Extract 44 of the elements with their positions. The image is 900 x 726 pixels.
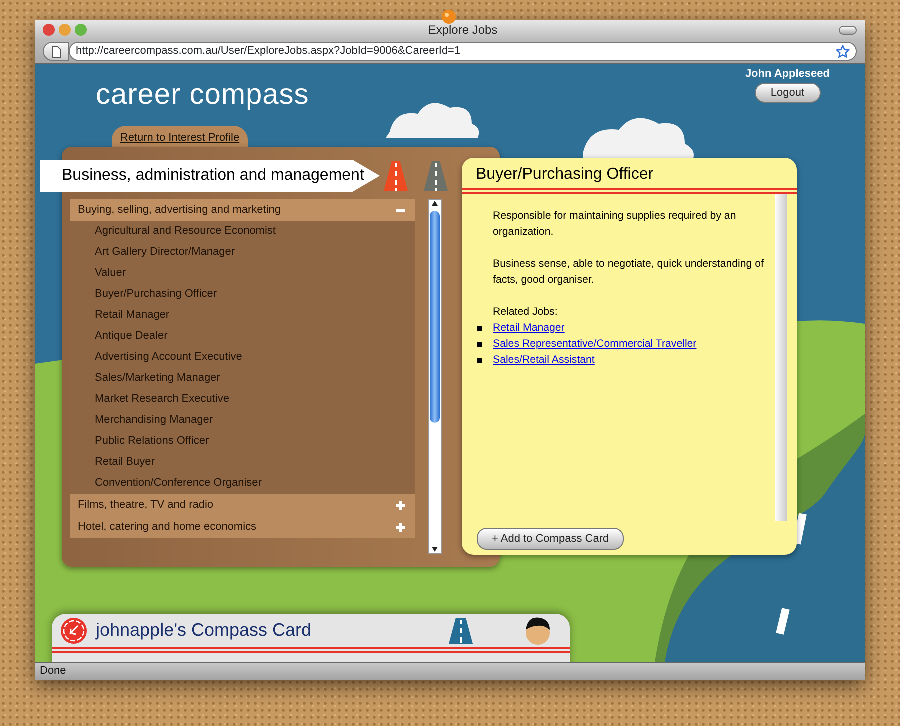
job-title: Buyer/Purchasing Officer [475, 165, 655, 185]
category-group[interactable]: Films, theatre, TV and radio [70, 494, 415, 516]
scrollbar[interactable] [775, 194, 787, 521]
expand-icon[interactable] [396, 500, 405, 510]
close-button[interactable] [43, 24, 55, 36]
related-heading: Related Jobs: [493, 305, 559, 320]
job-description: Responsible for maintaining supplies required by an organization. [493, 209, 738, 240]
category-group[interactable]: Buying, selling, advertising and marketing [70, 199, 415, 221]
road-icon[interactable] [384, 161, 408, 191]
road-icon[interactable] [424, 161, 448, 191]
road-icon [448, 618, 474, 644]
bullet-icon [477, 358, 482, 362]
window-title: Explore Jobs [427, 22, 499, 39]
related-job-link[interactable]: Sales Representative/Commercial Traveller [493, 336, 697, 352]
job-item[interactable]: Antique Dealer [95, 328, 168, 345]
job-item[interactable]: Valuer [95, 265, 126, 282]
logout-button[interactable]: Logout [754, 82, 821, 103]
pushpin-icon [440, 9, 458, 27]
back-link[interactable]: Return to Interest Profile [120, 130, 240, 146]
expand-icon[interactable] [396, 522, 405, 532]
category-group[interactable]: Hotel, catering and home economics [70, 516, 415, 538]
address-field[interactable]: http://careercompass.com.au/User/ExploreJobs.aspx?JobId=9006&CareerId=1 [69, 42, 857, 61]
job-description: Business sense, able to negotiate, quick understanding of facts, good organiser. [493, 257, 765, 288]
user-name: John Appleseed [745, 67, 830, 82]
job-item[interactable]: Retail Buyer [95, 454, 155, 471]
site-logo: career compass [96, 78, 310, 113]
scrollbar[interactable] [428, 199, 442, 554]
related-job-link[interactable]: Sales/Retail Assistant [493, 352, 595, 368]
scroll-down-icon[interactable] [431, 545, 439, 553]
star-icon[interactable] [836, 44, 850, 58]
scroll-thumb[interactable] [430, 211, 440, 423]
bullet-icon [477, 326, 482, 330]
bullet-icon [477, 342, 482, 346]
card-title: johnapple's Compass Card [96, 619, 313, 642]
related-job-link[interactable]: Retail Manager [493, 320, 565, 336]
scroll-up-icon[interactable] [431, 200, 439, 208]
add-to-card-button[interactable]: + Add to Compass Card [477, 528, 624, 550]
page-icon [52, 46, 60, 58]
category-banner: Business, administration and management [40, 160, 380, 192]
page-button[interactable] [43, 42, 69, 61]
job-item[interactable]: Retail Manager [95, 307, 170, 324]
toolbar-toggle-button[interactable] [839, 26, 857, 34]
compass-logo-icon [60, 616, 88, 644]
status-text: Done [35, 662, 865, 680]
